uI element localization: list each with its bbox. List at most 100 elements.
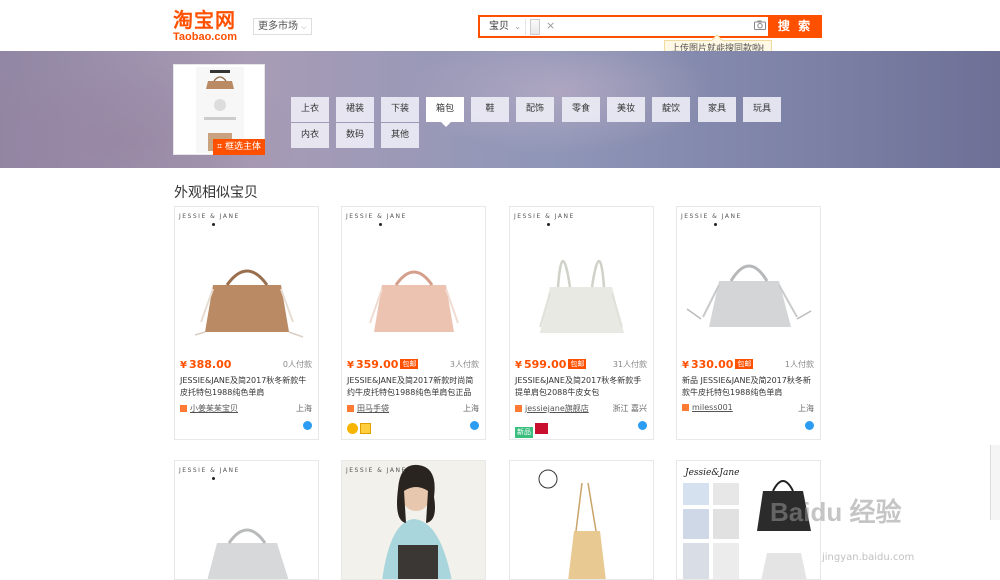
product-image[interactable] <box>175 227 318 357</box>
category-label: 配饰 <box>525 104 544 114</box>
buyer-count: 31人付款 <box>612 360 647 369</box>
category-tag[interactable]: 配饰 <box>516 97 554 122</box>
brand-dot <box>212 223 215 226</box>
more-markets-dropdown[interactable]: 更多市场 ⌵ <box>253 18 312 35</box>
shop-icon <box>682 404 689 411</box>
clear-image-icon[interactable]: × <box>546 18 555 34</box>
category-tag[interactable]: 数码 <box>336 123 374 148</box>
currency-symbol: ¥ <box>515 360 522 371</box>
product-title[interactable]: JESSIE&JANE及简2017新款时尚简约牛皮托特包1988纯色单肩包正品 <box>347 375 480 399</box>
brand-label: JESSIE & JANE <box>346 467 407 474</box>
product-title[interactable]: JESSIE&JANE及简2017秋冬新款牛皮托特包1988纯色单肩 <box>180 375 313 399</box>
category-label: 靛饮 <box>661 104 680 114</box>
crop-subject-button[interactable]: ⌗ 框选主体 <box>213 139 265 155</box>
category-tag[interactable]: 家具 <box>698 97 736 122</box>
product-card[interactable]: JESSIE & JANE <box>174 460 319 580</box>
category-tag-active[interactable]: 箱包 <box>426 97 464 127</box>
tmall-icon <box>535 423 548 434</box>
product-image[interactable] <box>677 227 820 357</box>
free-shipping-badge: 包邮 <box>568 359 587 369</box>
category-tag[interactable]: 美妆 <box>607 97 645 122</box>
product-card[interactable] <box>509 460 654 580</box>
product-image[interactable] <box>342 461 486 580</box>
product-title[interactable]: JESSIE&JANE及简2017秋冬新款手提单肩包2088牛皮女包 <box>515 375 648 399</box>
category-tag[interactable]: 玩具 <box>743 97 781 122</box>
buyer-count: 3人付款 <box>449 360 479 369</box>
shop-icon <box>180 405 187 412</box>
product-card[interactable]: JESSIE & JANE ¥359.00 包邮 3人付款 JESSIE&JANE… <box>341 206 486 440</box>
category-tag[interactable]: 裙装 <box>336 97 374 122</box>
category-tag[interactable]: 下装 <box>381 97 419 122</box>
brand-label: JESSIE & JANE <box>514 213 575 220</box>
brand-label: JESSIE & JANE <box>346 213 407 220</box>
wangwang-chat-icon[interactable] <box>638 421 647 430</box>
product-title[interactable]: 新品 JESSIE&JANE及简2017秋冬新款牛皮托特包1988纯色单肩 <box>682 375 815 399</box>
crop-label: 框选主体 <box>224 142 261 152</box>
product-image[interactable] <box>510 461 654 580</box>
search-image-thumbnail[interactable] <box>530 19 540 35</box>
shop-name: miless001 <box>692 403 733 412</box>
shop-link[interactable]: jessiejane旗舰店 <box>515 403 589 414</box>
shop-name: 田马手袋 <box>357 404 389 413</box>
category-label: 下装 <box>390 104 409 114</box>
search-type-select[interactable]: 宝贝 ⌄ <box>482 19 526 35</box>
currency-symbol: ¥ <box>682 360 689 371</box>
category-label: 鞋 <box>485 104 495 114</box>
top-header: 淘宝网 Taobao.com 更多市场 ⌵ 宝贝 ⌄ × 搜 索 上传图片就能搜… <box>0 0 1000 58</box>
product-image[interactable] <box>342 227 485 357</box>
price-value: 330.00 <box>690 358 734 371</box>
category-tag[interactable]: 靛饮 <box>652 97 690 122</box>
category-label: 零食 <box>571 104 590 114</box>
buyer-count: 1人付款 <box>784 360 814 369</box>
buyer-count: 0人付款 <box>282 360 312 369</box>
shop-location: 上海 <box>296 404 312 413</box>
free-shipping-badge: 包邮 <box>735 359 754 369</box>
product-price: ¥388.00 <box>180 358 231 371</box>
product-card[interactable]: JESSIE & JANE ¥330.00 包邮 1人付款 新品 JESSIE&J… <box>676 206 821 440</box>
search-type-label: 宝贝 <box>489 21 509 32</box>
free-shipping-badge: 包邮 <box>400 359 419 369</box>
search-input[interactable] <box>560 18 740 35</box>
category-tag[interactable]: 其他 <box>381 123 419 148</box>
product-card[interactable]: JESSIE & JANE ¥388.00 0人付款 JESSIE&JANE及简… <box>174 206 319 440</box>
wangwang-chat-icon[interactable] <box>470 421 479 430</box>
side-feedback-widget[interactable] <box>990 445 1000 520</box>
more-markets-label: 更多市场 <box>258 21 298 32</box>
wangwang-chat-icon[interactable] <box>303 421 312 430</box>
chevron-down-icon: ⌄ <box>514 22 521 31</box>
taobao-logo[interactable]: 淘宝网 Taobao.com <box>173 9 245 43</box>
shop-badges: 新品 <box>515 419 548 438</box>
wangwang-chat-icon[interactable] <box>805 421 814 430</box>
currency-symbol: ¥ <box>347 360 354 371</box>
category-tag[interactable]: 鞋 <box>471 97 509 122</box>
product-price: ¥599.00 包邮 <box>515 358 587 371</box>
product-image[interactable] <box>510 227 653 357</box>
category-label: 玩具 <box>752 104 771 114</box>
brand-label: JESSIE & JANE <box>179 213 240 220</box>
section-title: 外观相似宝贝 <box>174 185 258 201</box>
category-label: 美妆 <box>616 104 635 114</box>
category-label: 内衣 <box>300 130 319 140</box>
brand-label: JESSIE & JANE <box>681 213 742 220</box>
shop-link[interactable]: miless001 <box>682 403 733 412</box>
product-card[interactable]: JESSIE & JANE ¥599.00 包邮 31人付款 JESSIE&JAN… <box>509 206 654 440</box>
camera-icon[interactable] <box>754 20 766 30</box>
shop-link[interactable]: 小姜茱茱宝贝 <box>180 403 238 414</box>
brand-dot <box>547 223 550 226</box>
category-tag[interactable]: 零食 <box>562 97 600 122</box>
logo-text-cn: 淘宝网 <box>173 8 236 32</box>
category-tag[interactable]: 上衣 <box>291 97 329 122</box>
chevron-down-icon: ⌵ <box>301 23 307 31</box>
product-card[interactable]: JESSIE & JANE <box>341 460 486 580</box>
new-arrival-badge: 新品 <box>515 427 533 438</box>
category-label: 上衣 <box>300 104 319 114</box>
category-label: 数码 <box>345 130 364 140</box>
shop-link[interactable]: 田马手袋 <box>347 403 389 414</box>
product-image[interactable] <box>175 481 318 580</box>
category-tag[interactable]: 内衣 <box>291 123 329 148</box>
search-button[interactable]: 搜 索 <box>768 15 822 38</box>
shop-name: 小姜茱茱宝贝 <box>190 404 238 413</box>
crop-icon: ⌗ <box>217 142 223 152</box>
watermark-url: jingyan.baidu.com <box>822 552 915 563</box>
price-value: 388.00 <box>188 358 232 371</box>
